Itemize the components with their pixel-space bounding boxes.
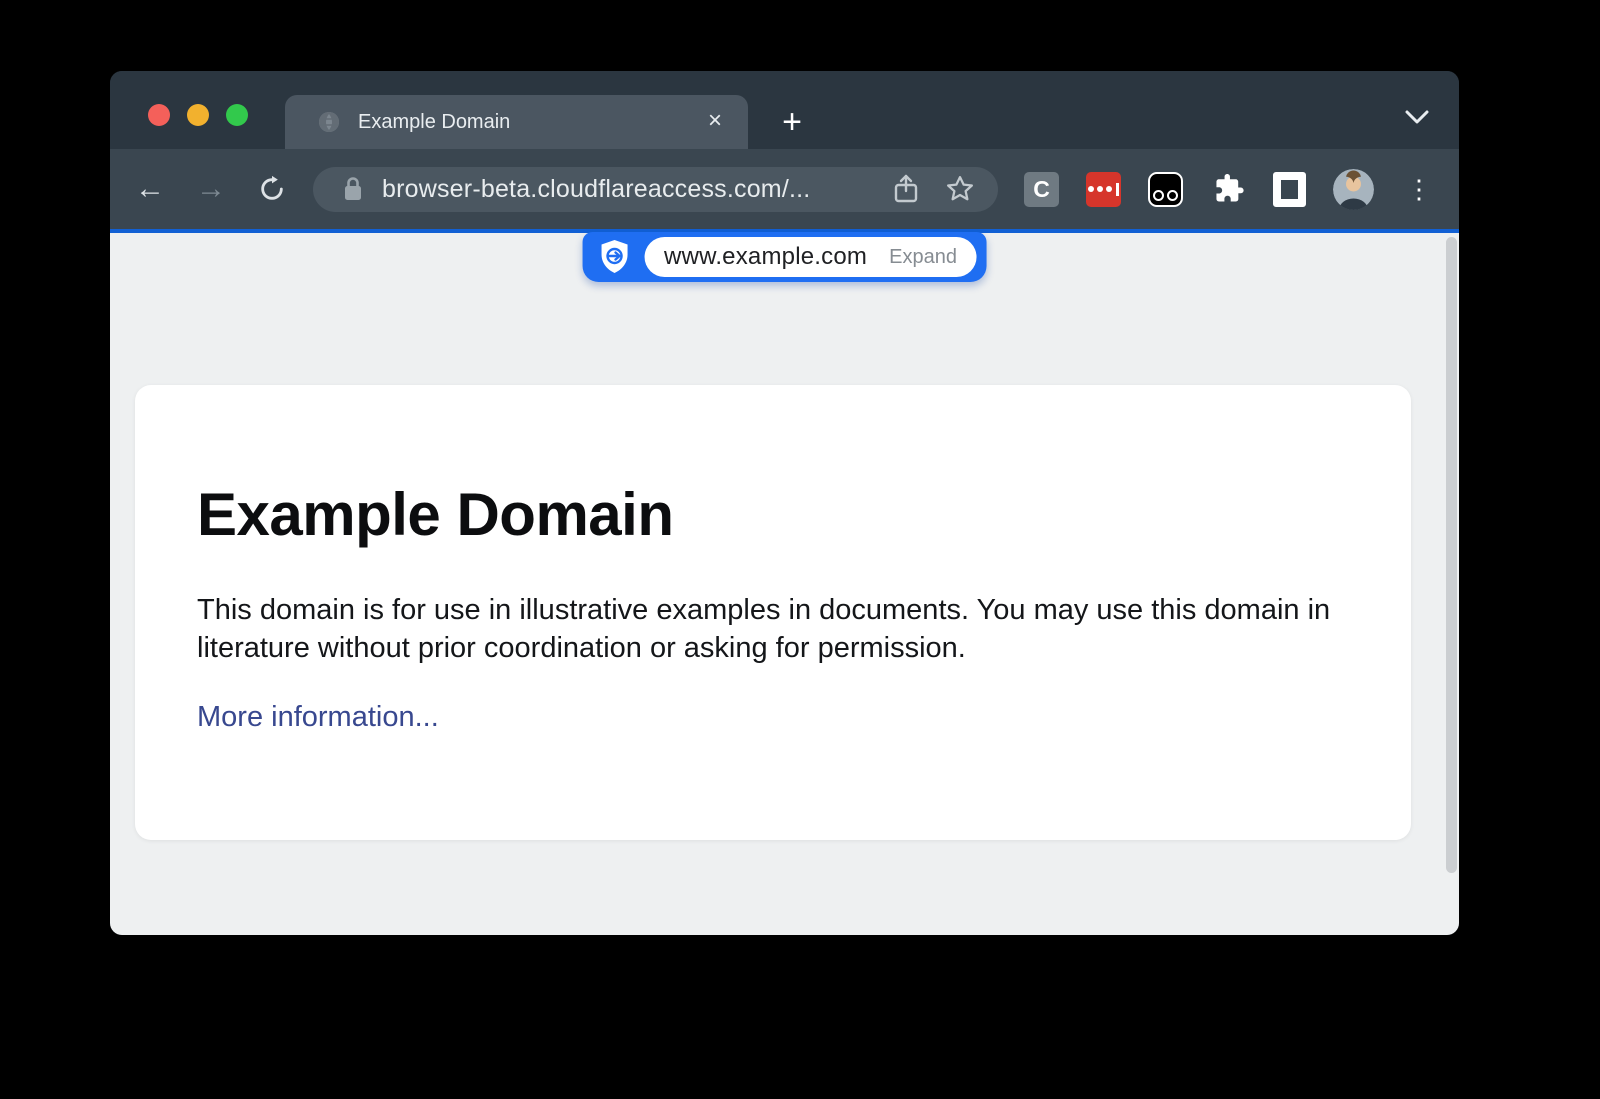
profile-avatar[interactable]: [1333, 169, 1374, 210]
share-icon[interactable]: [886, 169, 926, 209]
isolated-domain-label: www.example.com: [664, 243, 867, 271]
zoom-window-button[interactable]: [226, 104, 248, 126]
address-bar[interactable]: browser-beta.cloudflareaccess.com/...: [313, 167, 998, 212]
reload-button[interactable]: [249, 166, 295, 212]
padlock-icon: [343, 176, 363, 202]
back-button[interactable]: ←: [127, 166, 173, 212]
extension-icon-frame[interactable]: [1273, 172, 1306, 207]
more-information-link[interactable]: More information...: [197, 701, 439, 734]
content-card: Example Domain This domain is for use in…: [135, 385, 1411, 840]
isolation-domain-pill[interactable]: www.example.com Expand: [582, 232, 987, 282]
isolation-inner-pill: www.example.com Expand: [644, 237, 977, 277]
extension-icon-binoculars[interactable]: [1148, 172, 1183, 207]
extensions-puzzle-icon[interactable]: [1210, 171, 1246, 207]
tab-strip: Example Domain × +: [110, 71, 1459, 149]
tab-close-icon[interactable]: ×: [700, 107, 730, 137]
forward-button[interactable]: →: [188, 166, 234, 212]
new-tab-button[interactable]: +: [770, 101, 814, 145]
shield-arrow-icon: [598, 239, 630, 275]
browser-menu-icon[interactable]: ⋮: [1401, 169, 1437, 209]
bookmark-star-icon[interactable]: [940, 169, 980, 209]
browser-window: Example Domain × + ← → browser-beta.clou…: [110, 71, 1459, 935]
expand-button[interactable]: Expand: [889, 246, 957, 269]
close-window-button[interactable]: [148, 104, 170, 126]
extensions-row: C ⋮: [1024, 169, 1437, 210]
browser-toolbar: ← → browser-beta.cloudflareaccess.com/..…: [110, 149, 1459, 229]
tab-title: Example Domain: [358, 111, 700, 134]
page-body-text: This domain is for use in illustrative e…: [197, 591, 1347, 667]
extension-icon-lastpass[interactable]: [1086, 172, 1121, 207]
page-viewport: www.example.com Expand Example Domain Th…: [110, 233, 1459, 935]
minimize-window-button[interactable]: [187, 104, 209, 126]
page-title: Example Domain: [197, 480, 1349, 549]
vertical-scrollbar[interactable]: [1446, 237, 1457, 873]
chevron-down-icon[interactable]: [1399, 99, 1435, 135]
globe-icon: [317, 110, 341, 134]
tab-example-domain[interactable]: Example Domain ×: [285, 95, 748, 149]
extension-icon-c[interactable]: C: [1024, 172, 1059, 207]
url-text[interactable]: browser-beta.cloudflareaccess.com/...: [382, 175, 872, 204]
window-controls: [148, 104, 248, 126]
